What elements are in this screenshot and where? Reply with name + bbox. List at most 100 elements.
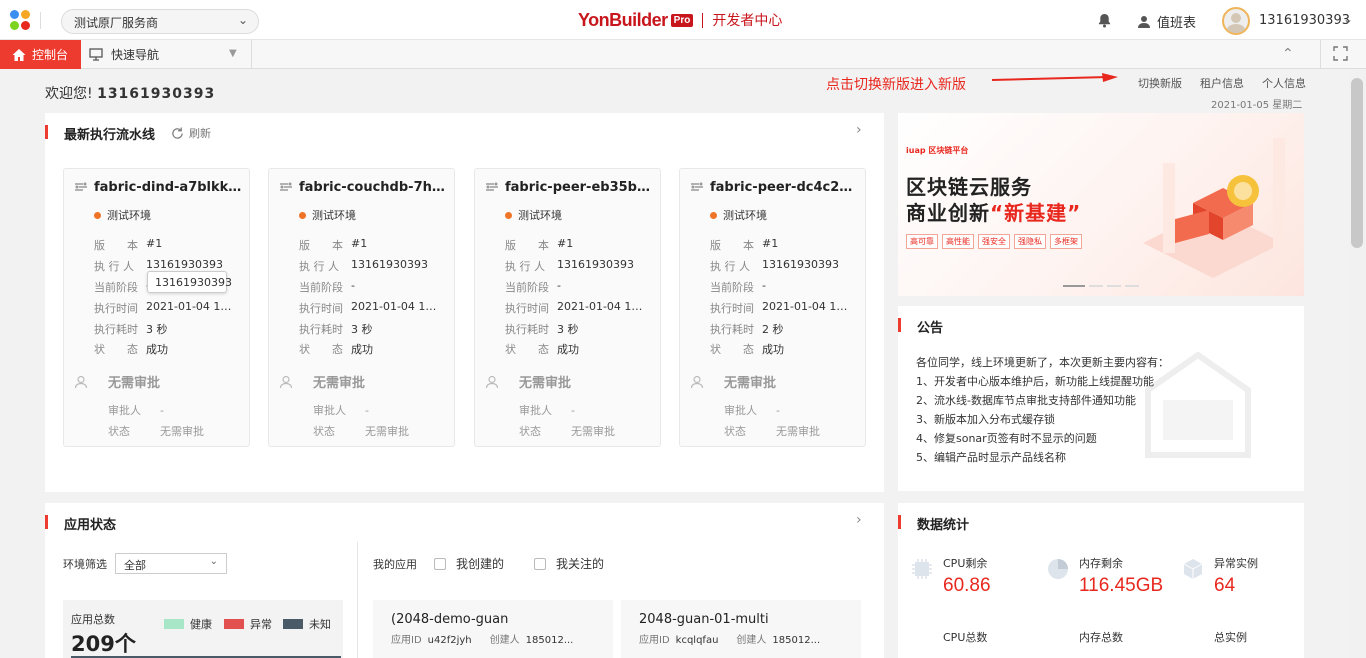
pipeline-card[interactable]: fabric-dind-a7blkk9... 测试环境版 本 #1 执 行 人 1316… [63,168,250,447]
pipeline-env: 测试环境 [710,207,767,223]
field-label: 执行时间 [94,302,138,315]
pie-icon [1048,559,1068,579]
section-marker [898,515,901,529]
brand-badge: Pro [670,13,694,27]
pipeline-name[interactable]: fabric-dind-a7blkk9... [94,180,242,195]
env-filter-select[interactable]: 全部 ⌄ [115,553,227,574]
pipeline-field: 当前阶段- [710,279,860,295]
banner-carousel[interactable]: iuap 区块链平台 区块链云服务 商业创新“新基建” 高可靠 高性能 强安全 … [898,113,1304,296]
approval-field: 状态 无需审批 [108,423,204,439]
app-card[interactable]: (2048-demo-guan 应用ID u42f2jyh 创建人 185012... [373,600,613,658]
stat-value: 60.86 [943,575,991,596]
bell-icon[interactable] [1097,13,1112,28]
carousel-dot[interactable] [1089,285,1103,287]
field-label: 状 态 [299,343,343,356]
person-icon [1138,15,1150,28]
field-label: 当前阶段 [299,281,343,294]
scrollbar[interactable] [1349,70,1366,658]
checkbox-box[interactable] [434,557,446,570]
legend-label: 健康 [190,618,212,631]
field-value: 13161930393 [146,258,223,271]
chevron-right-icon[interactable]: › [856,122,862,138]
field-label: 执行时间 [710,302,754,315]
approval-title: 无需审批 [313,376,366,391]
pipeline-card[interactable]: fabric-couchdb-7he... 测试环境版 本 #1 执 行 人 13161… [268,168,455,447]
pipeline-field: 执行耗时 3 秒 [505,321,655,337]
notice-line: 1、开发者中心版本维护后，新功能上线提醒功能 [916,375,1154,388]
stat-memory-total: 内存总数 [1079,629,1123,645]
field-value: - [160,404,164,417]
pipeline-name[interactable]: fabric-peer-dc4c214... [710,180,858,195]
field-label: 状态 [519,425,541,438]
field-label: 状 态 [505,343,549,356]
followed-by-me-checkbox[interactable]: 我关注的 [534,555,604,572]
tab-console[interactable]: 控制台 [0,40,81,69]
field-value: 无需审批 [365,425,409,438]
switch-new-version-link[interactable]: 切换新版 [1138,75,1182,91]
chevron-right-icon[interactable]: › [856,512,862,528]
app-logo-icon[interactable] [10,10,34,32]
top-links: 切换新版 租户信息 个人信息 [1138,75,1306,91]
carousel-dot[interactable] [1125,285,1139,287]
field-label: 状 态 [710,343,754,356]
chevron-down-icon[interactable]: ⌄ [1343,12,1353,26]
approval-field: 状态 无需审批 [313,423,409,439]
app-card[interactable]: 2048-guan-01-multi 应用ID kcqlqfau 创建人 185012… [621,600,861,658]
nav-bar: 控制台 快速导航 ▼ ⌃ [0,40,1366,69]
approval-title: 无需审批 [724,376,777,391]
notice-card: 公告 各位同学，线上环境更新了，本次更新主要内容有： 1、开发者中心版本维护后，… [898,306,1304,491]
field-label: 状态 [724,425,746,438]
tenant-info-link[interactable]: 租户信息 [1200,75,1244,91]
notice-line: 2、流水线-数据库节点审批支持部件通知功能 [916,394,1136,407]
avatar[interactable] [1222,7,1250,35]
brand-subtitle: 开发者中心 [712,13,783,29]
refresh-button[interactable]: 刷新 [171,125,211,141]
pipeline-field: 版 本 #1 [94,237,244,253]
fullscreen-icon[interactable] [1333,46,1348,61]
brand-name: YonBuilder [578,9,668,30]
pipeline-name[interactable]: fabric-peer-eb35b5f... [505,180,653,195]
pipeline-env-label: 测试环境 [107,209,151,222]
monitor-icon [89,48,103,61]
app-name: 2048-guan-01-multi [639,612,769,627]
provider-select[interactable]: 测试原厂服务商 ⌄ [61,9,259,34]
stat-label: 异常实例 [1214,557,1258,570]
username[interactable]: 13161930393 [1259,13,1350,28]
checkbox-box[interactable] [534,557,546,570]
field-value: 无需审批 [160,425,204,438]
legend-swatch [224,619,244,629]
field-value: - [365,404,369,417]
personal-info-link[interactable]: 个人信息 [1262,75,1306,91]
pipeline-field: 执行时间 2021-01-04 18:... [710,300,860,316]
chevron-up-icon[interactable]: ⌃ [1282,46,1294,62]
scrollbar-thumb[interactable] [1351,78,1363,248]
approval-title: 无需审批 [519,376,572,391]
notice-line: 4、修复sonar页签有时不显示的问题 [916,432,1097,445]
divider [1320,40,1321,69]
carousel-dot[interactable] [1063,285,1085,287]
cpu-icon [912,559,932,579]
chevron-down-icon: ⌄ [209,556,218,567]
stat-abnormal-instances: 异常实例 64 [1183,555,1258,597]
field-label: 执行时间 [299,302,343,315]
field-label: 审批人 [724,404,757,417]
pipeline-name[interactable]: fabric-couchdb-7he... [299,180,447,195]
field-label: 版 本 [505,239,549,252]
created-by-me-checkbox[interactable]: 我创建的 [434,555,504,572]
pipeline-card[interactable]: fabric-peer-dc4c214... 测试环境版 本 #1 执 行 人 1316… [679,168,866,447]
field-label: 执 行 人 [94,260,134,273]
carousel-dot[interactable] [1107,285,1121,287]
field-label: 审批人 [313,404,346,417]
section-marker [898,318,901,332]
refresh-icon [172,126,183,139]
tab-quick-nav[interactable]: 快速导航 [89,40,159,69]
field-value: #1 [146,237,163,250]
field-value: 3 秒 [557,323,579,336]
pipeline-card[interactable]: fabric-peer-eb35b5f... 测试环境版 本 #1 执 行 人 1316… [474,168,661,447]
caret-down-icon[interactable]: ▼ [229,48,237,59]
pipeline-env-label: 测试环境 [312,209,356,222]
field-value: - [762,279,766,292]
field-value: 2 秒 [762,323,784,336]
field-value: 13161930393 [351,258,428,271]
duty-button[interactable]: 值班表 [1138,12,1196,31]
